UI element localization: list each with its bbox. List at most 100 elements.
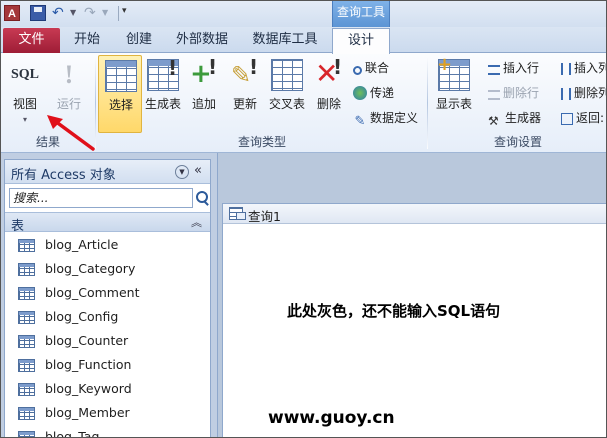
run-icon: ! bbox=[64, 60, 74, 89]
pass-through-label: 传递 bbox=[370, 86, 395, 100]
make-table-button[interactable]: ! 生成表 bbox=[141, 55, 185, 133]
insert-columns-button[interactable]: 插入列 bbox=[561, 58, 607, 78]
data-definition-label: 数据定义 bbox=[370, 111, 419, 125]
view-button[interactable]: SQL 视图 ▾ bbox=[3, 55, 47, 133]
list-item-label: blog_Member bbox=[45, 405, 130, 420]
crosstab-icon bbox=[271, 59, 303, 91]
query-document-tab[interactable]: 查询1 bbox=[223, 204, 606, 224]
list-item[interactable]: blog_Member bbox=[5, 402, 210, 426]
nav-pane-menu-icon[interactable]: ▼ bbox=[175, 165, 189, 179]
list-item[interactable]: blog_Config bbox=[5, 306, 210, 330]
query-tab-label: 查询1 bbox=[248, 209, 281, 224]
data-definition-button[interactable]: ✎ 数据定义 bbox=[353, 108, 419, 129]
delete-rows-button: 删除行 bbox=[488, 83, 539, 103]
list-item-label: blog_Tag bbox=[45, 429, 100, 438]
tables-section-title: 表 bbox=[11, 219, 25, 234]
nav-pane-title: 所有 Access 对象 bbox=[11, 168, 116, 183]
table-icon bbox=[18, 383, 35, 396]
list-item[interactable]: blog_Function bbox=[5, 354, 210, 378]
qat-separator bbox=[118, 6, 119, 21]
search-icon[interactable] bbox=[193, 188, 210, 208]
list-item[interactable]: blog_Counter bbox=[5, 330, 210, 354]
tab-file[interactable]: 文件 bbox=[3, 28, 60, 53]
undo-dropdown-icon[interactable]: ▼ bbox=[70, 8, 76, 17]
select-query-button[interactable]: 选择 bbox=[98, 55, 142, 133]
navigation-pane: 所有 Access 对象 ▼ « 搜索... 表 ︽ blog_Article … bbox=[4, 159, 211, 438]
app-window: A ↶ ▼ ↷ ▼ ▾ 查询工具 文件 开始 创建 外部数据 数据库工具 设计 … bbox=[0, 0, 607, 438]
query-window[interactable]: 查询1 此处灰色，还不能输入SQL语句 bbox=[222, 203, 606, 437]
delete-label: 删除 bbox=[316, 97, 341, 111]
tab-database-tools[interactable]: 数据库工具 bbox=[245, 28, 325, 53]
union-icon bbox=[353, 66, 362, 75]
update-button[interactable]: ✎! 更新 bbox=[223, 55, 267, 133]
tables-section-header[interactable]: 表 ︽ bbox=[5, 212, 210, 234]
tab-home[interactable]: 开始 bbox=[67, 28, 107, 53]
collapse-section-icon[interactable]: ︽ bbox=[191, 214, 202, 230]
sql-view-icon: SQL bbox=[10, 67, 39, 82]
pencil-icon: ✎ bbox=[354, 114, 366, 129]
list-item[interactable]: blog_Keyword bbox=[5, 378, 210, 402]
delete-rows-icon bbox=[488, 90, 500, 100]
tab-external-data[interactable]: 外部数据 bbox=[169, 28, 235, 53]
return-label: 返回: bbox=[576, 111, 605, 125]
list-item-label: blog_Function bbox=[45, 357, 132, 372]
return-icon bbox=[561, 113, 573, 125]
list-item-label: blog_Comment bbox=[45, 285, 140, 300]
query-type-group-label: 查询类型 bbox=[237, 135, 286, 149]
return-button[interactable]: 返回: bbox=[561, 108, 604, 128]
list-item-label: blog_Counter bbox=[45, 333, 129, 348]
show-table-button[interactable]: + 显示表 bbox=[432, 54, 476, 133]
update-label: 更新 bbox=[232, 97, 257, 111]
append-icon: +! bbox=[190, 55, 218, 89]
tab-create[interactable]: 创建 bbox=[117, 28, 161, 53]
insert-columns-icon bbox=[561, 63, 571, 75]
delete-columns-button[interactable]: 删除列 bbox=[561, 83, 607, 103]
update-icon: ✎! bbox=[231, 55, 259, 89]
view-dropdown-icon[interactable]: ▾ bbox=[23, 115, 27, 124]
list-item-label: blog_Keyword bbox=[45, 381, 132, 396]
select-query-label: 选择 bbox=[108, 98, 133, 112]
builder-label: 生成器 bbox=[505, 111, 542, 125]
list-item-label: blog_Article bbox=[45, 237, 119, 252]
table-icon bbox=[18, 407, 35, 420]
undo-icon[interactable]: ↶ bbox=[52, 5, 68, 21]
show-table-label: 显示表 bbox=[435, 97, 472, 111]
delete-rows-label: 删除行 bbox=[503, 86, 540, 100]
builder-button[interactable]: ⚒ 生成器 bbox=[488, 108, 541, 128]
insert-columns-label: 插入列 bbox=[574, 61, 607, 75]
pass-through-button[interactable]: 传递 bbox=[353, 83, 394, 103]
list-item[interactable]: blog_Comment bbox=[5, 282, 210, 306]
union-label: 联合 bbox=[365, 61, 390, 75]
red-arrow-annotation bbox=[47, 115, 95, 151]
query-tools-context-label: 查询工具 bbox=[332, 1, 390, 27]
customize-qat-icon[interactable]: ▾ bbox=[122, 6, 127, 16]
list-item-label: blog_Category bbox=[45, 261, 136, 276]
list-item[interactable]: blog_Article bbox=[5, 234, 210, 258]
globe-icon bbox=[353, 86, 367, 100]
workspace: 所有 Access 对象 ▼ « 搜索... 表 ︽ blog_Article … bbox=[1, 153, 606, 438]
delete-button[interactable]: ✕! 删除 bbox=[307, 55, 351, 133]
tab-design[interactable]: 设计 bbox=[332, 28, 390, 54]
collapse-nav-pane-icon[interactable]: « bbox=[194, 163, 202, 178]
delete-columns-label: 删除列 bbox=[574, 86, 607, 100]
nav-search-input[interactable]: 搜索... bbox=[9, 188, 193, 208]
list-item[interactable]: blog_Tag bbox=[5, 426, 210, 438]
list-item-label: blog_Config bbox=[45, 309, 119, 324]
union-button[interactable]: 联合 bbox=[353, 58, 389, 78]
insert-rows-button[interactable]: 插入行 bbox=[488, 58, 539, 78]
watermark-text: www.guoy.cn bbox=[268, 408, 395, 428]
crosstab-button[interactable]: 交叉表 bbox=[265, 55, 309, 133]
table-icon bbox=[18, 431, 35, 437]
view-label: 视图 bbox=[12, 97, 37, 111]
nav-pane-header[interactable]: 所有 Access 对象 ▼ « bbox=[5, 160, 210, 184]
show-table-icon: + bbox=[437, 54, 470, 91]
table-list: blog_Article blog_Category blog_Comment … bbox=[5, 234, 210, 438]
access-app-icon[interactable]: A bbox=[4, 5, 20, 21]
save-icon[interactable] bbox=[30, 5, 46, 21]
append-button[interactable]: +! 追加 bbox=[182, 55, 226, 133]
run-label: 运行 bbox=[56, 97, 81, 111]
document-area: 查询1 此处灰色，还不能输入SQL语句 bbox=[217, 153, 606, 437]
list-item[interactable]: blog_Category bbox=[5, 258, 210, 282]
delete-columns-icon bbox=[561, 88, 571, 100]
make-table-icon: ! bbox=[147, 56, 179, 91]
